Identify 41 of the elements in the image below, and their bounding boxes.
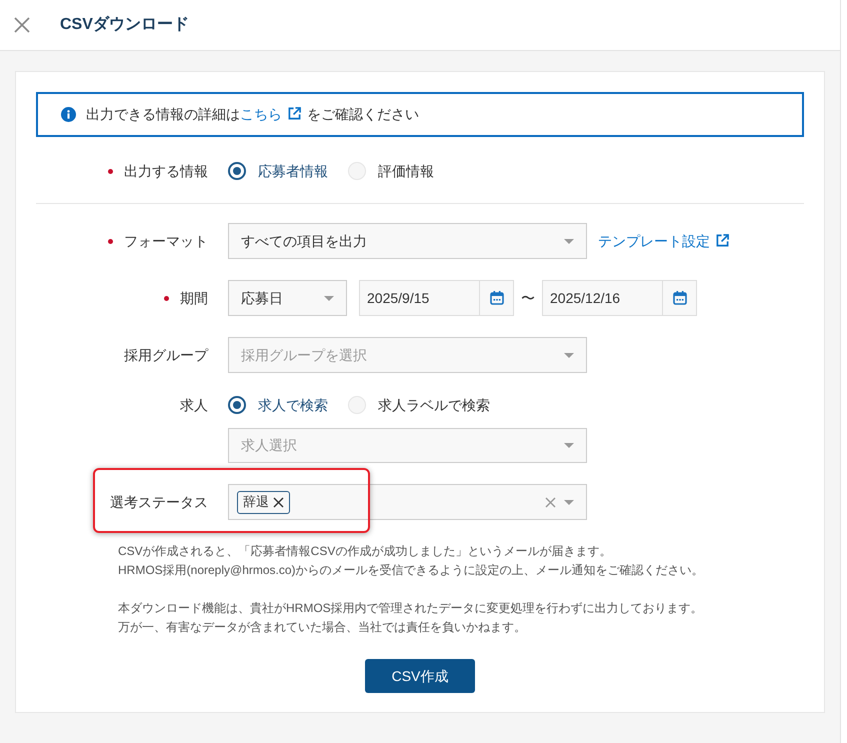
radio-button[interactable] — [228, 396, 246, 414]
caret-down-icon — [564, 352, 574, 358]
calendar-icon — [672, 291, 686, 305]
field-label: フォーマット — [124, 232, 208, 251]
dialog-title: CSVダウンロード — [60, 14, 189, 35]
clear-icon[interactable] — [545, 496, 556, 508]
field-label: 期間 — [180, 289, 208, 308]
start-date-field[interactable]: 2025/9/15 — [359, 280, 479, 316]
remove-icon[interactable] — [273, 496, 284, 508]
tag-label: 辞退 — [243, 493, 269, 512]
end-date-field[interactable]: 2025/12/16 — [542, 280, 662, 316]
field-label: 選考ステータス — [110, 493, 208, 512]
notice-text: CSVが作成されると、「応募者情報CSVの作成が成功しました」というメールが届きます。 HRMOS採用(noreply@hrmos.co)からのメールを受信できるように設定の上、メール通知をご確認ください。 — [118, 543, 705, 579]
calendar-icon — [490, 291, 504, 305]
close-icon[interactable] — [14, 17, 30, 33]
radio-label[interactable]: 求人ラベルで検索 — [378, 394, 490, 416]
field-label: 出力する情報 — [124, 162, 208, 181]
calendar-button[interactable] — [662, 280, 697, 316]
radio-label[interactable]: 応募者情報 — [258, 160, 328, 182]
radio-label[interactable]: 評価情報 — [378, 160, 434, 182]
calendar-button[interactable] — [479, 280, 514, 316]
field-label: 採用グループ — [124, 346, 208, 365]
format-select[interactable]: すべての項目を出力 — [228, 223, 587, 259]
status-multiselect[interactable]: 辞退 — [228, 484, 587, 520]
notice-text: 本ダウンロード機能は、貴社がHRMOS採用内で管理されたデータに変更処理を行わずに出力しております。 万が一、有害なデータが含まれていた場合、当社では責任を負いかねます。 — [118, 600, 704, 636]
info-text: 出力できる情報の詳細はこちら をご確認ください — [86, 105, 419, 124]
range-separator: 〜 — [521, 288, 535, 308]
caret-down-icon — [564, 238, 574, 244]
external-link-icon — [288, 107, 301, 120]
details-link[interactable]: こちら — [240, 106, 307, 122]
caret-down-icon — [564, 500, 574, 504]
caret-down-icon — [324, 296, 334, 300]
date-basis-select[interactable]: 応募日 — [228, 280, 347, 316]
field-label: 求人 — [180, 396, 208, 415]
radio-label[interactable]: 求人で検索 — [258, 394, 328, 416]
info-icon — [61, 107, 76, 122]
caret-down-icon — [564, 443, 574, 448]
create-csv-button[interactable]: CSV作成 — [365, 659, 475, 693]
radio-button[interactable] — [228, 162, 246, 180]
template-settings-link[interactable]: テンプレート設定 — [598, 230, 729, 252]
external-link-icon — [716, 234, 729, 246]
